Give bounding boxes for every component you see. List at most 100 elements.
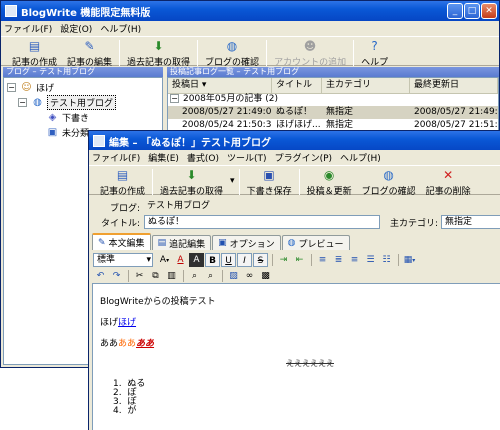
editor-titlebar[interactable]: 編集 – 「ぬるぽ！」テスト用ブログ bbox=[89, 131, 500, 151]
user-icon: ☺ bbox=[21, 82, 32, 93]
table-row[interactable]: 2008/05/27 21:49:01 ぬるぽ！ 無指定 2008/05/27 … bbox=[168, 106, 498, 119]
group-row[interactable]: −2008年05月の記事 (2) bbox=[168, 93, 498, 106]
undo-icon[interactable]: ↶ bbox=[93, 269, 108, 283]
tab-body-edit[interactable]: ✎ 本文編集 bbox=[92, 233, 151, 250]
help-button[interactable]: ? ヘルプ bbox=[356, 37, 393, 68]
options-icon: ▣ bbox=[218, 238, 227, 248]
menu-file[interactable]: ファイル(F) bbox=[92, 151, 140, 164]
media-icon[interactable]: ▩ bbox=[258, 269, 273, 283]
edit-toolbar: ↶ ↷ ✂ ⧉ ▥ ⌕ ⌕ ▨ ∞ ▩ bbox=[93, 268, 274, 283]
minimize-button[interactable]: _ bbox=[447, 3, 463, 19]
align-center-icon[interactable]: ≣ bbox=[331, 253, 346, 267]
fetch-icon: ⬇ bbox=[153, 39, 164, 53]
copy-icon[interactable]: ⧉ bbox=[148, 269, 163, 283]
fetch-dropdown-arrow[interactable]: ▾ bbox=[228, 166, 237, 186]
align-right-icon[interactable]: ≡ bbox=[347, 253, 362, 267]
menu-plugins[interactable]: プラグイン(P) bbox=[275, 151, 332, 164]
blog-field[interactable]: テスト用ブログ bbox=[144, 200, 494, 214]
new-post-button[interactable]: ▤ 記事の作成 bbox=[7, 37, 62, 68]
title-row: タイトル: ぬるぽ！ 主カテゴリ: 無指定 bbox=[93, 215, 500, 229]
maximize-button[interactable]: □ bbox=[464, 3, 480, 19]
toolbar-separator bbox=[266, 40, 268, 66]
editor-toolbar: ▤ 記事の作成 ⬇ 過去記事の取得 ▾ ▣ 下書き保存 ◉ 投稿＆更新 ◍ ブロ… bbox=[89, 165, 500, 197]
globe-icon: ◍ bbox=[226, 39, 238, 53]
menu-format[interactable]: 書式(O) bbox=[187, 151, 219, 164]
column-title[interactable]: タイトル bbox=[272, 78, 322, 93]
close-button[interactable]: ✕ bbox=[481, 3, 497, 19]
collapse-toggle[interactable]: − bbox=[7, 83, 16, 92]
underline-button[interactable]: U bbox=[221, 252, 236, 267]
bullet-list-icon[interactable]: ☰ bbox=[363, 253, 378, 267]
editor-menubar: ファイル(F) 編集(E) 書式(O) ツール(T) プラグイン(P) ヘルプ(… bbox=[89, 150, 500, 165]
table-icon[interactable]: ▦▾ bbox=[402, 253, 417, 267]
bold-button[interactable]: B bbox=[205, 252, 220, 267]
delete-post-button[interactable]: ✕ 記事の削除 bbox=[421, 166, 476, 197]
tab-options[interactable]: ▣ オプション bbox=[212, 235, 281, 250]
link-icon[interactable]: ∞ bbox=[242, 269, 257, 283]
body-editor[interactable]: BlogWriteからの投稿テスト ほげほげ ああああああ ええええええ 1. … bbox=[92, 283, 500, 430]
new-post-button[interactable]: ▤ 記事の作成 bbox=[95, 166, 150, 197]
column-category[interactable]: 主カテゴリ bbox=[322, 78, 410, 93]
image-icon[interactable]: ▨ bbox=[226, 269, 241, 283]
font-size-icon[interactable]: A▾ bbox=[157, 253, 172, 267]
menu-file[interactable]: ファイル(F) bbox=[4, 22, 52, 35]
category-select[interactable]: 無指定 bbox=[441, 215, 500, 229]
publish-button[interactable]: ◉ 投稿＆更新 bbox=[302, 166, 357, 197]
collapse-toggle[interactable]: − bbox=[18, 98, 27, 107]
menu-help[interactable]: ヘルプ(H) bbox=[340, 151, 381, 164]
check-blog-button[interactable]: ◍ ブログの確認 bbox=[357, 166, 421, 197]
chevron-down-icon: ▾ bbox=[146, 254, 151, 265]
bg-color-icon[interactable]: A bbox=[189, 252, 204, 267]
post-log-list[interactable]: 投稿日 ▾ タイトル 主カテゴリ 最終更新日 −2008年05月の記事 (2) … bbox=[167, 77, 499, 132]
tab-preview[interactable]: ◍ プレビュー bbox=[281, 235, 350, 250]
save-icon: ▣ bbox=[263, 168, 275, 182]
tree-blog[interactable]: − ◍ テスト用ブログ bbox=[18, 95, 117, 110]
editor-app-icon bbox=[93, 135, 105, 147]
paragraph-style-select[interactable]: 標準 ▾ bbox=[93, 252, 153, 267]
numbered-list-icon[interactable]: ☷ bbox=[379, 253, 394, 267]
menu-settings[interactable]: 設定(O) bbox=[60, 22, 92, 35]
draft-icon: ◈ bbox=[48, 112, 57, 123]
check-blog-button[interactable]: ◍ ブログの確認 bbox=[200, 37, 264, 68]
fetch-past-posts-button[interactable]: ⬇ 過去記事の取得 bbox=[155, 166, 228, 197]
globe-icon: ◍ bbox=[287, 238, 296, 248]
edit-post-button[interactable]: ✎ 記事の編集 bbox=[62, 37, 117, 68]
tree-uncategorized[interactable]: ▣ 未分類 bbox=[46, 126, 89, 139]
toolbar-separator bbox=[353, 40, 355, 66]
tree-drafts[interactable]: ◈ 下書き bbox=[46, 111, 89, 124]
paste-icon[interactable]: ▥ bbox=[164, 269, 179, 283]
content-line-3: ああああああ bbox=[100, 339, 155, 349]
save-draft-button[interactable]: ▣ 下書き保存 bbox=[242, 166, 297, 197]
help-icon: ? bbox=[371, 39, 378, 53]
replace-icon[interactable]: ⌕ bbox=[203, 269, 218, 283]
editor-window: 編集 – 「ぬるぽ！」テスト用ブログ ファイル(F) 編集(E) 書式(O) ツ… bbox=[88, 130, 500, 430]
menu-tools[interactable]: ツール(T) bbox=[227, 151, 267, 164]
title-label: タイトル: bbox=[100, 218, 140, 229]
collapse-toggle[interactable]: − bbox=[170, 94, 179, 103]
menu-edit[interactable]: 編集(E) bbox=[148, 151, 179, 164]
content-link[interactable]: ほげ bbox=[118, 318, 136, 328]
toolbar-separator bbox=[119, 40, 121, 66]
align-left-icon[interactable]: ≡ bbox=[315, 253, 330, 267]
tree-root[interactable]: − ☺ ほげ bbox=[7, 81, 54, 94]
main-titlebar[interactable]: BlogWrite 機能限定無料版 bbox=[1, 1, 499, 21]
tab-append-edit[interactable]: ▤ 追記編集 bbox=[151, 235, 212, 250]
redo-icon[interactable]: ↷ bbox=[109, 269, 124, 283]
indent-icon[interactable]: ⇥ bbox=[276, 253, 291, 267]
text-color-icon[interactable]: A bbox=[173, 253, 188, 267]
strikethrough-button[interactable]: S bbox=[253, 252, 268, 267]
menu-help[interactable]: ヘルプ(H) bbox=[100, 22, 141, 35]
search-icon[interactable]: ⌕ bbox=[187, 269, 202, 283]
fetch-past-posts-button[interactable]: ⬇ 過去記事の取得 bbox=[122, 37, 195, 68]
cut-icon[interactable]: ✂ bbox=[132, 269, 147, 283]
italic-button[interactable]: I bbox=[237, 252, 252, 267]
main-window-title: BlogWrite 機能限定無料版 bbox=[21, 7, 151, 19]
globe-icon: ◍ bbox=[383, 168, 394, 182]
outdent-icon[interactable]: ⇤ bbox=[292, 253, 307, 267]
title-input[interactable]: ぬるぽ！ bbox=[144, 215, 380, 229]
column-updated[interactable]: 最終更新日 bbox=[410, 78, 498, 93]
column-date[interactable]: 投稿日 ▾ bbox=[168, 78, 272, 93]
add-account-icon: ☻ bbox=[303, 39, 317, 53]
add-account-button[interactable]: ☻ アカウントの追加 bbox=[269, 37, 351, 68]
toolbar-separator bbox=[238, 169, 240, 195]
